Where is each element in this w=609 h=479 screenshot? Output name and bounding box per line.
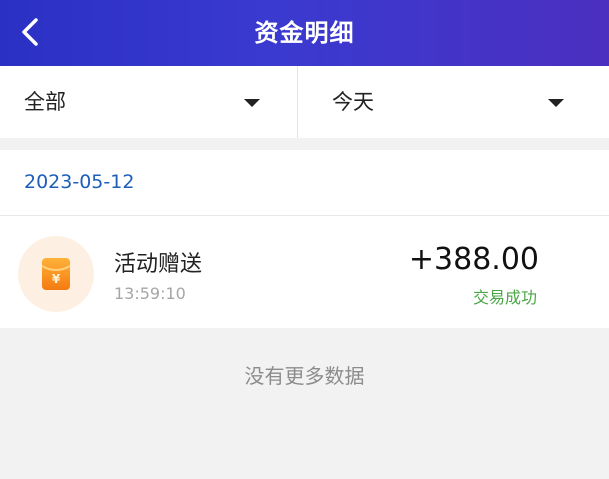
page-title: 资金明细 bbox=[254, 19, 355, 47]
date-group-header: 2023-05-12 bbox=[0, 150, 609, 216]
category-filter-label: 全部 bbox=[24, 90, 66, 114]
transaction-time: 13:59:10 bbox=[114, 284, 186, 303]
transaction-row[interactable]: ¥ 活动赠送 13:59:10 +388.00 交易成功 bbox=[0, 216, 609, 328]
transaction-amount: +388.00 bbox=[408, 242, 539, 277]
red-envelope-yuan-icon: ¥ bbox=[18, 236, 94, 312]
category-filter-dropdown[interactable]: 全部 bbox=[0, 66, 297, 138]
svg-text:¥: ¥ bbox=[52, 272, 61, 286]
no-more-data-text: 没有更多数据 bbox=[244, 364, 365, 388]
transaction-title: 活动赠送 bbox=[114, 252, 203, 277]
caret-down-icon bbox=[548, 99, 564, 107]
period-filter-label: 今天 bbox=[332, 90, 374, 114]
caret-down-icon bbox=[244, 99, 260, 107]
transaction-status: 交易成功 bbox=[472, 288, 537, 307]
filter-bar: 全部 今天 bbox=[0, 66, 609, 138]
period-filter-dropdown[interactable]: 今天 bbox=[298, 66, 609, 138]
group-date: 2023-05-12 bbox=[24, 171, 135, 193]
app-header: 资金明细 bbox=[0, 0, 609, 66]
